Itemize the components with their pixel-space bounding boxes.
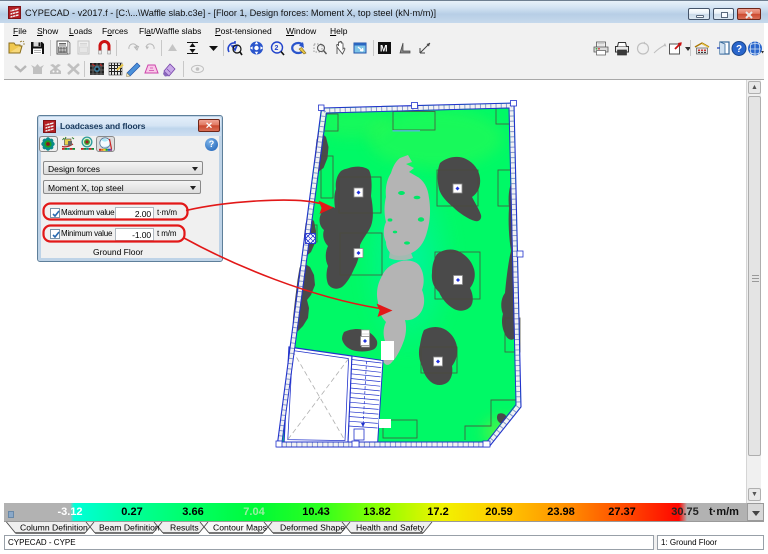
svg-text:Results: Results (170, 523, 199, 533)
svg-text:Deformed Shape: Deformed Shape (280, 523, 345, 533)
svg-text:Health and Safety: Health and Safety (356, 523, 425, 533)
svg-text:Column Definition: Column Definition (20, 523, 88, 533)
svg-text:2: 2 (275, 45, 279, 52)
svg-text:M: M (380, 44, 388, 54)
svg-text:Contour Maps: Contour Maps (213, 523, 267, 533)
svg-text:?: ? (736, 44, 742, 55)
svg-text:Beam Definition: Beam Definition (99, 523, 160, 533)
